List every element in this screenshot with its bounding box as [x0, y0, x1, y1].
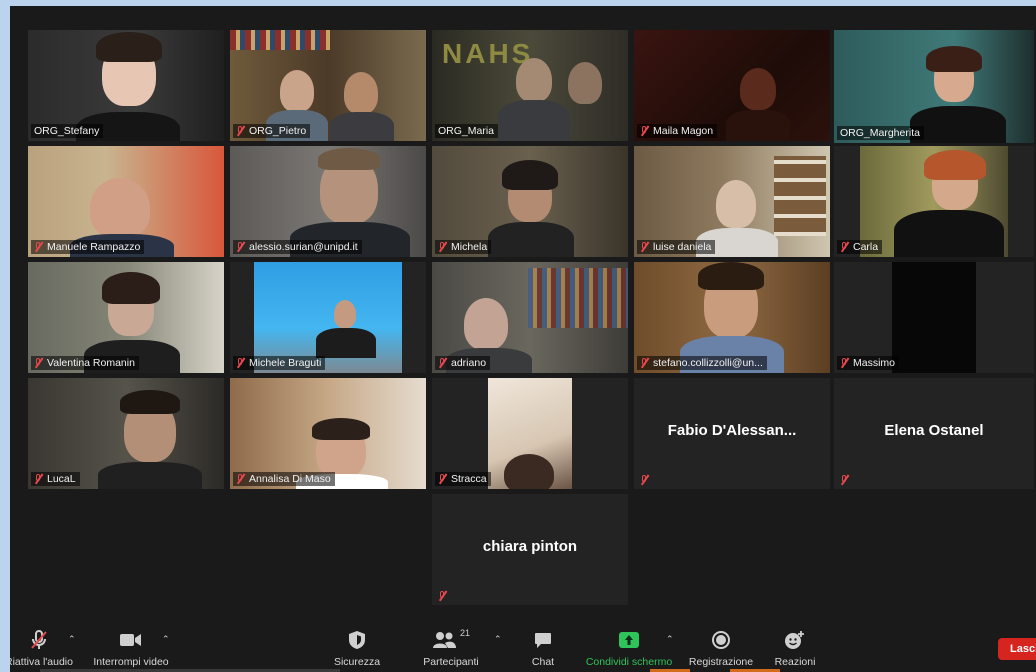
mic-muted-icon: [640, 358, 649, 368]
participant-name: Massimo: [853, 357, 896, 369]
participant-name-large: Fabio D'Alessan...: [667, 422, 797, 439]
video-tile-active-speaker[interactable]: ORG_Margherita: [834, 30, 1034, 143]
leave-meeting-button[interactable]: Lascia: [998, 638, 1036, 660]
video-tile[interactable]: Annalisa Di Maso: [230, 378, 426, 489]
participant-name: luise daniela: [653, 241, 712, 253]
participant-name: Michele Braguti: [249, 357, 322, 369]
mic-muted-icon: [236, 474, 245, 484]
participant-name: ORG_Maria: [438, 125, 495, 137]
audio-options-caret-icon[interactable]: ⌃: [68, 634, 76, 645]
participant-name: Maila Magon: [653, 125, 714, 137]
reactions-label: Reazioni: [774, 656, 816, 668]
mic-muted-icon: [640, 126, 649, 136]
participant-name: alessio.surian@unipd.it: [249, 241, 358, 253]
mic-muted-icon: [438, 358, 447, 368]
participant-name: Annalisa Di Maso: [249, 473, 331, 485]
video-tile[interactable]: Massimo: [834, 262, 1034, 373]
video-tile[interactable]: NAHS ORG_Maria: [432, 30, 628, 141]
video-tile[interactable]: Valentina Romanin: [28, 262, 224, 373]
video-tile[interactable]: Carla: [834, 146, 1034, 257]
participant-name-large: Elena Ostanel: [884, 422, 984, 439]
participant-name: Manuele Rampazzo: [47, 241, 141, 253]
mic-muted-icon: [438, 591, 447, 601]
video-tile[interactable]: alessio.surian@unipd.it: [230, 146, 426, 257]
mic-muted-icon: [840, 358, 849, 368]
video-tile[interactable]: LucaL: [28, 378, 224, 489]
mic-muted-icon: [236, 126, 245, 136]
participant-name: LucaL: [47, 473, 76, 485]
stop-video-label: Interrompi video: [93, 656, 169, 668]
participants-count: 21: [459, 628, 470, 638]
video-tile-off[interactable]: Elena Ostanel: [834, 378, 1034, 489]
participant-name: ORG_Stefany: [34, 125, 100, 137]
video-tile[interactable]: luise daniela: [634, 146, 830, 257]
participant-name: Carla: [853, 241, 879, 253]
reactions-button[interactable]: Reazioni: [740, 624, 850, 672]
mic-muted-icon: [34, 474, 43, 484]
mic-muted-icon: [236, 358, 245, 368]
meeting-toolbar: Riattiva l'audio ⌃ Interrompi video ⌃ Si…: [10, 624, 1036, 672]
mic-muted-icon: [840, 475, 849, 485]
meeting-window: ORG_Stefany ORG_Pietro NAHS ORG_Maria Ma…: [10, 6, 1036, 672]
mic-muted-icon: [34, 242, 43, 252]
mic-muted-icon: [34, 358, 43, 368]
smiley-plus-icon: [740, 628, 850, 652]
video-tile[interactable]: ORG_Pietro: [230, 30, 426, 141]
video-options-caret-icon[interactable]: ⌃: [162, 634, 170, 645]
participant-name: Valentina Romanin: [47, 357, 135, 369]
participant-name-large: chiara pinton: [482, 538, 578, 555]
video-tile[interactable]: Manuele Rampazzo: [28, 146, 224, 257]
stop-video-button[interactable]: Interrompi video: [76, 624, 186, 672]
mic-muted-icon: [438, 242, 447, 252]
participant-name: stefano.collizzolli@un...: [653, 357, 763, 369]
video-tile[interactable]: stefano.collizzolli@un...: [634, 262, 830, 373]
video-tile[interactable]: adriano: [432, 262, 628, 373]
video-tile[interactable]: Maila Magon: [634, 30, 830, 141]
mic-muted-icon: [640, 242, 649, 252]
video-tile[interactable]: Michela: [432, 146, 628, 257]
video-tile[interactable]: ORG_Stefany: [28, 30, 224, 141]
video-tile[interactable]: Michele Braguti: [230, 262, 426, 373]
video-tile-off[interactable]: chiara pinton: [432, 494, 628, 605]
mic-muted-icon: [840, 242, 849, 252]
mic-muted-icon: [236, 242, 245, 252]
participant-name: Michela: [451, 241, 488, 253]
mic-muted-icon: [640, 475, 649, 485]
mic-muted-icon: [438, 474, 447, 484]
participant-name: Stracca: [451, 473, 487, 485]
participant-name: adriano: [451, 357, 487, 369]
participant-name: ORG_Margherita: [840, 127, 920, 139]
participant-name: ORG_Pietro: [249, 125, 307, 137]
video-tile-off[interactable]: Fabio D'Alessan...: [634, 378, 830, 489]
video-tile[interactable]: Stracca: [432, 378, 628, 489]
